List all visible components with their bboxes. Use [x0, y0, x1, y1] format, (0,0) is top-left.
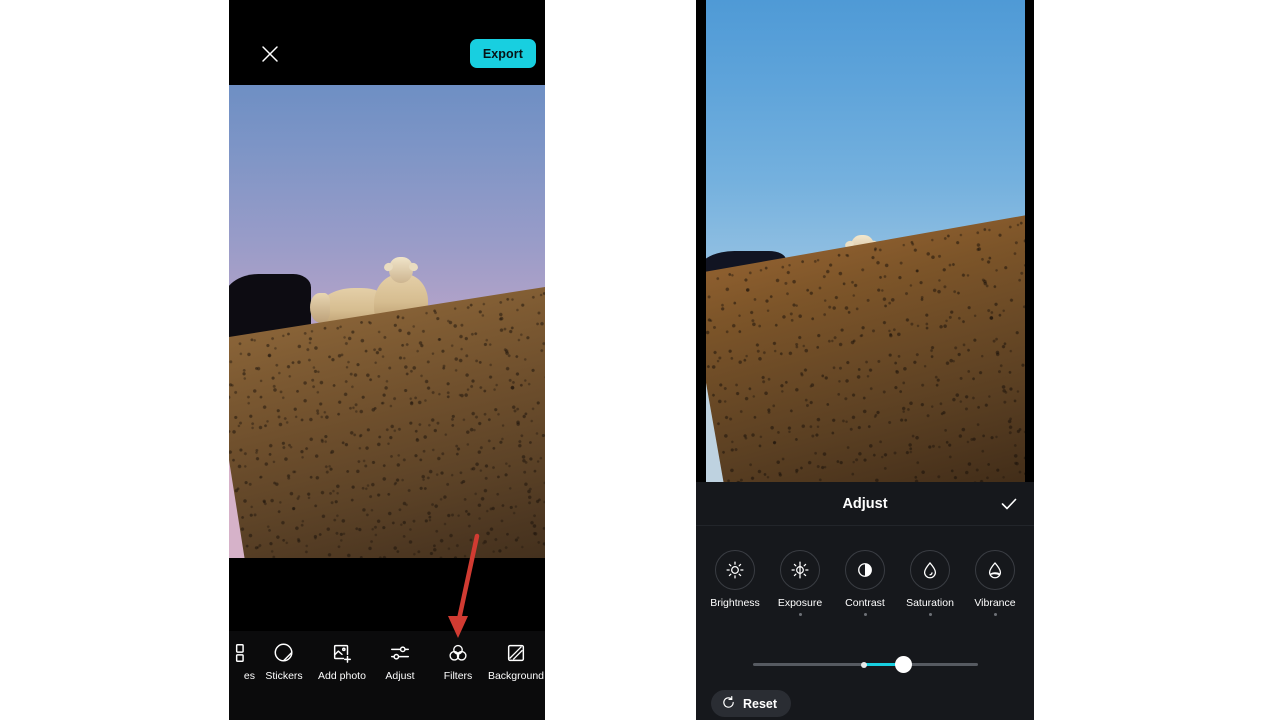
adjust-panel: Adjust Brightness Exposure Contrast Satu…: [696, 482, 1034, 720]
slider-thumb[interactable]: [895, 655, 913, 673]
templates-icon: [233, 642, 255, 664]
adjust-label-brightness: Brightness: [710, 597, 760, 609]
left-top-bar: Export: [229, 0, 545, 85]
toolbar-item-stickers[interactable]: Stickers: [255, 642, 313, 682]
adjust-dot-exposure: [798, 613, 802, 616]
toolbar-label-stickers: Stickers: [265, 670, 303, 682]
sticker-icon: [273, 642, 295, 664]
screenshot-stage: Export es Stickers Add photo Adjust Filt…: [0, 0, 1280, 720]
toolbar-item-templates[interactable]: es: [229, 642, 255, 682]
adjust-tool-brightness[interactable]: Brightness: [704, 550, 766, 616]
toolbar-item-adjust[interactable]: Adjust: [371, 642, 429, 682]
reset-button[interactable]: Reset: [711, 690, 792, 717]
toolbar-item-filters[interactable]: Filters: [429, 642, 487, 682]
background-icon: [505, 642, 527, 664]
toolbar-item-background[interactable]: Background: [487, 642, 545, 682]
left-bottom-toolbar: es Stickers Add photo Adjust Filters Bac…: [229, 631, 545, 720]
adjust-tool-saturation[interactable]: Saturation: [899, 550, 961, 616]
left-photo-canvas[interactable]: [229, 85, 545, 558]
adjust-label-exposure: Exposure: [777, 597, 823, 609]
adjust-tool-row: Brightness Exposure Contrast Saturation …: [696, 526, 1034, 616]
adjust-panel-title: Adjust: [842, 495, 888, 512]
reset-label: Reset: [743, 696, 778, 711]
reset-icon: [721, 695, 736, 713]
left-photo-letterbox: [229, 558, 545, 631]
vibrance-icon: [975, 550, 1015, 590]
close-icon[interactable]: [250, 34, 290, 74]
adjust-dot-contrast: [863, 613, 867, 616]
check-icon[interactable]: [994, 489, 1024, 519]
toolbar-label-templates: es: [243, 670, 255, 682]
toolbar-label-background: Background: [487, 670, 545, 682]
export-button[interactable]: Export: [469, 39, 536, 68]
left-editor-panel: Export es Stickers Add photo Adjust Filt…: [229, 0, 545, 720]
toolbar-label-add-photo: Add photo: [318, 670, 366, 682]
adjust-dot-vibrance: [993, 613, 997, 616]
saturation-icon: [910, 550, 950, 590]
toolbar-item-add-photo[interactable]: Add photo: [313, 642, 371, 682]
add-photo-icon: [331, 642, 353, 664]
adjust-label-saturation: Saturation: [906, 597, 954, 609]
slider-center-marker: [861, 661, 868, 668]
adjust-panel-header: Adjust: [696, 482, 1034, 526]
brightness-icon: [715, 550, 755, 590]
adjust-tool-exposure[interactable]: Exposure: [769, 550, 831, 616]
adjust-dot-saturation: [928, 613, 932, 616]
toolbar-label-adjust: Adjust: [385, 670, 415, 682]
adjust-tool-contrast[interactable]: Contrast: [834, 550, 896, 616]
exposure-icon: [780, 550, 820, 590]
right-photo-canvas[interactable]: [706, 0, 1025, 482]
toolbar-label-filters: Filters: [443, 670, 473, 682]
adjust-tool-vibrance[interactable]: Vibrance: [964, 550, 1026, 616]
filters-icon: [447, 642, 469, 664]
adjust-label-vibrance: Vibrance: [974, 597, 1016, 609]
right-editor-panel: Adjust Brightness Exposure Contrast Satu…: [696, 0, 1034, 720]
sliders-icon: [389, 642, 411, 664]
adjust-label-contrast: Contrast: [845, 597, 885, 609]
adjust-slider[interactable]: [753, 655, 978, 674]
contrast-icon: [845, 550, 885, 590]
